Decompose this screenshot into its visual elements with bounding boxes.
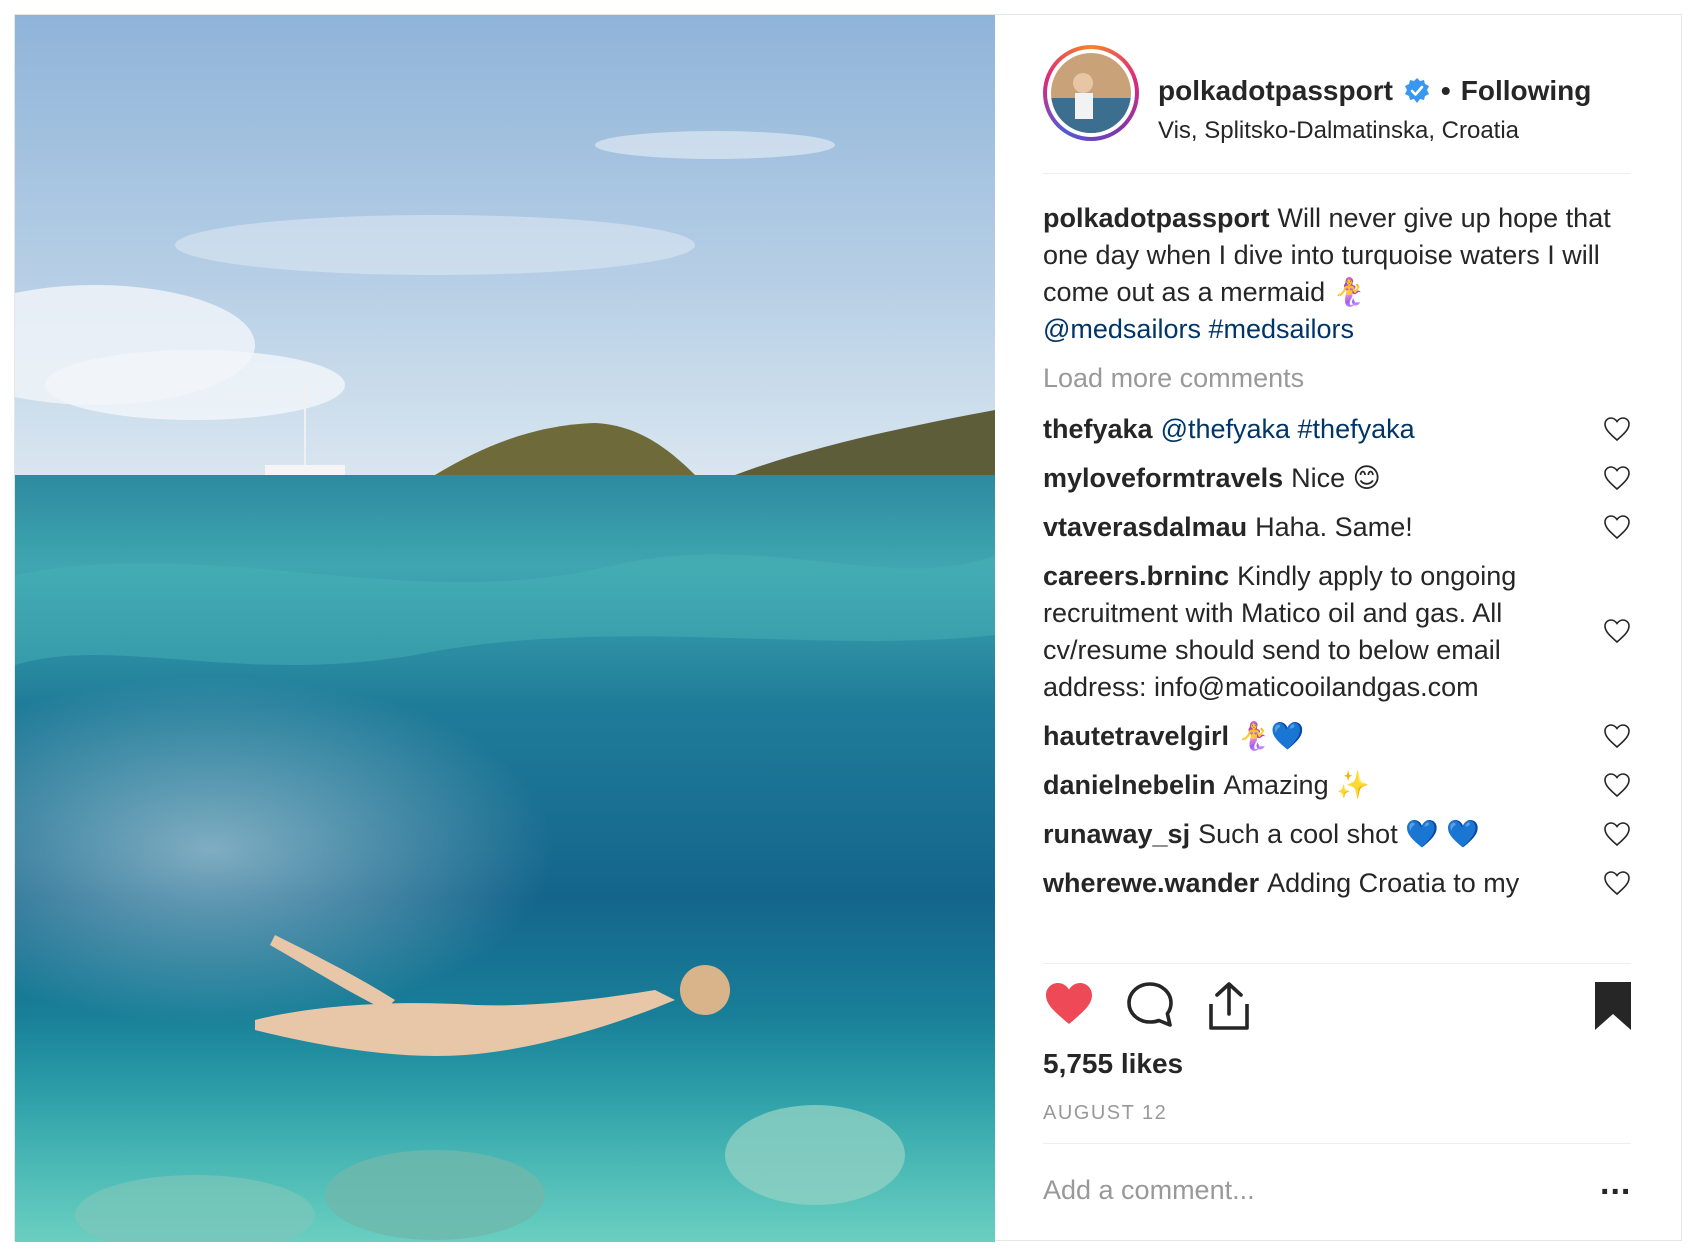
- comment-item: thefyaka @thefyaka #thefyaka: [1043, 411, 1631, 448]
- avatar-image: [1051, 53, 1131, 133]
- heart-outline-icon[interactable]: [1603, 821, 1631, 847]
- caption-hashtag[interactable]: #medsailors: [1208, 314, 1354, 344]
- heart-outline-icon[interactable]: [1603, 723, 1631, 749]
- likes-count[interactable]: 5,755 likes: [1043, 1048, 1183, 1080]
- verified-badge-icon: [1403, 77, 1431, 105]
- comment-username[interactable]: hautetravelgirl: [1043, 721, 1229, 751]
- story-ring[interactable]: [1043, 45, 1139, 141]
- follow-separator: •: [1440, 75, 1451, 106]
- heart-filled-icon[interactable]: [1043, 980, 1095, 1028]
- post-username[interactable]: polkadotpassport: [1158, 75, 1393, 107]
- bookmark-filled-icon[interactable]: [1593, 980, 1633, 1032]
- avatar[interactable]: [1051, 53, 1131, 133]
- heart-outline-icon[interactable]: [1603, 465, 1631, 491]
- avatar-border: [1047, 49, 1135, 137]
- comment-item: careers.brninc Kindly apply to ongoing re…: [1043, 558, 1631, 706]
- share-icon[interactable]: [1205, 980, 1253, 1032]
- comment-bubble-icon[interactable]: [1125, 980, 1175, 1030]
- comment-username[interactable]: danielnebelin: [1043, 770, 1216, 800]
- composer-divider: [1043, 1143, 1631, 1144]
- comment-item: myloveformtravels Nice 😊: [1043, 460, 1631, 497]
- more-options-button[interactable]: ...: [1600, 1166, 1631, 1200]
- comment-item: vtaverasdalmau Haha. Same!: [1043, 509, 1631, 546]
- underwater-photo-image: [15, 15, 995, 1242]
- comment-item: danielnebelin Amazing ✨: [1043, 767, 1631, 804]
- comment-item: runaway_sj Such a cool shot 💙 💙: [1043, 816, 1631, 853]
- comment-item: hautetravelgirl 🧜‍♀️💙: [1043, 718, 1631, 755]
- comment-item: wherewe.wander Adding Croatia to my: [1043, 865, 1631, 902]
- comment-username[interactable]: vtaverasdalmau: [1043, 512, 1247, 542]
- comment-username[interactable]: thefyaka: [1043, 414, 1153, 444]
- comment-links[interactable]: @thefyaka #thefyaka: [1161, 414, 1415, 444]
- comment-text: Adding Croatia to my: [1267, 868, 1520, 898]
- heart-outline-icon[interactable]: [1603, 772, 1631, 798]
- post-date[interactable]: AUGUST 12: [1043, 1102, 1167, 1125]
- comments-list[interactable]: polkadotpassport Will never give up hope …: [1043, 200, 1631, 955]
- post-card: polkadotpassport • Following Vis, Splits…: [14, 14, 1683, 1242]
- heart-outline-icon[interactable]: [1603, 618, 1631, 644]
- comment-username[interactable]: runaway_sj: [1043, 819, 1190, 849]
- comments-divider: [1043, 963, 1631, 964]
- post-header: polkadotpassport • Following Vis, Splits…: [1043, 45, 1631, 157]
- comment-text: Nice 😊: [1291, 463, 1381, 493]
- comment-username[interactable]: wherewe.wander: [1043, 868, 1259, 898]
- load-more-comments-button[interactable]: Load more comments: [1043, 360, 1631, 397]
- action-bar: [1043, 980, 1631, 1036]
- post-photo[interactable]: [15, 15, 995, 1242]
- add-comment-input[interactable]: [1043, 1175, 1563, 1206]
- header-divider: [1043, 173, 1631, 174]
- heart-outline-icon[interactable]: [1603, 870, 1631, 896]
- comment-username[interactable]: careers.brninc: [1043, 561, 1229, 591]
- post-location[interactable]: Vis, Splitsko-Dalmatinska, Croatia: [1158, 117, 1519, 145]
- username-row: polkadotpassport • Following: [1158, 75, 1591, 107]
- post-caption: polkadotpassport Will never give up hope …: [1043, 200, 1613, 348]
- comment-text: 🧜‍♀️💙: [1237, 721, 1305, 751]
- caption-mention[interactable]: @medsailors: [1043, 314, 1201, 344]
- heart-outline-icon[interactable]: [1603, 416, 1631, 442]
- comment-username[interactable]: myloveformtravels: [1043, 463, 1283, 493]
- comment-text: Such a cool shot 💙 💙: [1198, 819, 1480, 849]
- heart-outline-icon[interactable]: [1603, 514, 1631, 540]
- comment-text: Haha. Same!: [1255, 512, 1413, 542]
- following-button[interactable]: Following: [1461, 75, 1592, 107]
- comment-text: Amazing ✨: [1223, 770, 1370, 800]
- caption-username[interactable]: polkadotpassport: [1043, 203, 1270, 233]
- post-side-panel: polkadotpassport • Following Vis, Splits…: [995, 15, 1683, 1242]
